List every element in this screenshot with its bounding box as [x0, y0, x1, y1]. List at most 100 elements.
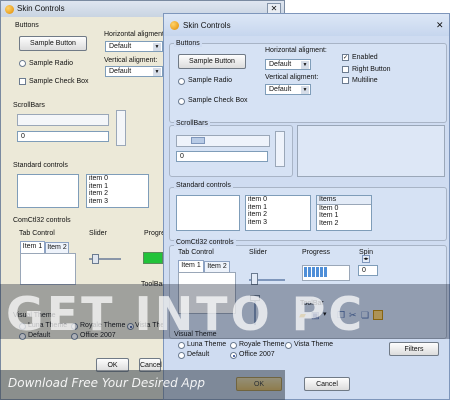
back-horizontal-scrollbar[interactable] — [17, 114, 109, 126]
spin-edit[interactable]: 0 — [358, 265, 378, 276]
back-scrollbars-group-label: ScrollBars — [13, 102, 45, 109]
chevron-down-icon: ▼ — [153, 68, 161, 76]
back-window-title: Skin Controls — [17, 4, 65, 13]
sample-radio-label: Sample Radio — [188, 77, 232, 84]
scroll-edit[interactable]: 0 — [176, 151, 268, 162]
back-tab-item1[interactable]: Item 1 — [20, 241, 45, 253]
back-vertical-scrollbar[interactable] — [116, 110, 126, 146]
vertical-scrollbar[interactable] — [275, 131, 285, 167]
filters-button[interactable]: Filters — [389, 342, 439, 356]
watermark-text: GET INTO PC — [6, 287, 366, 341]
back-standard-group-label: Standard controls — [13, 162, 68, 169]
vertical-alignment-combo[interactable]: Default ▼ — [265, 84, 311, 95]
back-listbox-items[interactable]: item 0 item 1 item 2 item 3 — [86, 174, 149, 208]
luna-radio[interactable] — [178, 342, 185, 349]
back-slider-label: Slider — [89, 230, 107, 237]
back-horizontal-alignment-combo[interactable]: Default ▼ — [105, 41, 163, 52]
horizontal-scrollbar-thumb[interactable] — [191, 137, 205, 144]
office-radio[interactable] — [230, 352, 237, 359]
front-standard-group-label: Standard controls — [174, 182, 233, 189]
sample-radio[interactable] — [178, 78, 185, 85]
list-item[interactable]: Item 1 — [317, 212, 371, 220]
spin-arrows-icon[interactable]: ◂▸ — [362, 255, 370, 263]
back-tab-control-label: Tab Control — [19, 230, 55, 237]
back-sample-button[interactable]: Sample Button — [19, 36, 87, 51]
cancel-button[interactable]: Cancel — [304, 377, 350, 391]
chevron-down-icon: ▼ — [301, 61, 309, 69]
back-sample-checkbox[interactable] — [19, 78, 26, 85]
back-vertical-alignment-combo[interactable]: Default ▼ — [105, 66, 163, 77]
back-vertical-alignment-value: Default — [109, 68, 132, 75]
sample-button[interactable]: Sample Button — [178, 54, 246, 69]
back-sample-radio[interactable] — [19, 60, 26, 67]
royale-radio[interactable] — [230, 342, 237, 349]
back-listbox-empty[interactable] — [17, 174, 79, 208]
watermark-subtitle: Download Free Your Desired App — [8, 376, 205, 390]
back-horizontal-alignment-value: Default — [109, 43, 132, 50]
back-comctl-group-label: ComCtl32 controls — [13, 217, 71, 224]
listview-header[interactable]: Items — [317, 196, 371, 205]
default-radio[interactable] — [178, 352, 185, 359]
chevron-down-icon: ▼ — [301, 86, 309, 94]
sample-check-box-radio[interactable] — [178, 98, 185, 105]
enabled-checkbox[interactable]: ✓ — [342, 54, 349, 61]
default-label: Default — [187, 351, 210, 358]
horizontal-alignment-combo[interactable]: Default ▼ — [265, 59, 311, 70]
front-window: Skin Controls ✕ Buttons Sample Button Sa… — [163, 13, 450, 400]
list-item[interactable]: item 0 — [246, 196, 310, 204]
horizontal-scrollbar[interactable] — [176, 135, 270, 147]
list-item[interactable]: item 2 — [246, 211, 310, 219]
vista-radio[interactable] — [285, 342, 292, 349]
progress-label: Progress — [302, 249, 331, 256]
vertical-alignment-label: Vertical aligment: — [265, 74, 319, 81]
list-item[interactable]: item 3 — [246, 219, 310, 227]
multiline-label: Multiline — [352, 77, 378, 84]
chevron-down-icon: ▼ — [153, 43, 161, 51]
list-item[interactable]: Item 2 — [317, 220, 371, 228]
tab-item2[interactable]: Item 2 — [204, 261, 230, 272]
right-button-checkbox[interactable] — [342, 66, 349, 73]
list-item[interactable]: item 1 — [246, 204, 310, 212]
list-item[interactable]: item 3 — [87, 198, 148, 206]
royale-label: Royale Theme — [239, 341, 285, 348]
tab-control-label: Tab Control — [178, 249, 214, 256]
back-vertical-alignment-label: Vertical aligment: — [104, 57, 158, 64]
front-scrollbars-group-label: ScrollBars — [174, 120, 210, 127]
list-item[interactable]: item 0 — [87, 175, 148, 183]
right-button-label: Right Button — [352, 66, 391, 73]
luna-label: Luna Theme — [187, 341, 227, 348]
list-item[interactable]: item 2 — [87, 190, 148, 198]
back-horizontal-alignment-label: Horizontal aligment: — [104, 31, 166, 38]
back-scroll-edit[interactable]: 0 — [17, 131, 109, 142]
scroll-area-panel — [297, 125, 445, 177]
front-window-title: Skin Controls — [183, 21, 231, 30]
back-progress-bar — [143, 252, 163, 264]
back-tab-item2[interactable]: Item 2 — [45, 242, 69, 253]
horizontal-alignment-value: Default — [269, 61, 292, 68]
listview[interactable]: Items Item 0 Item 1 Item 2 — [316, 195, 372, 231]
front-title-bar: Skin Controls ✕ — [164, 14, 449, 36]
tab-item1[interactable]: Item 1 — [178, 260, 204, 272]
listbox-items[interactable]: item 0 item 1 item 2 item 3 — [245, 195, 311, 231]
slider-label: Slider — [249, 249, 267, 256]
back-slider-thumb[interactable] — [92, 254, 99, 264]
front-buttons-group-label: Buttons — [174, 40, 202, 47]
close-icon[interactable]: ✕ — [436, 20, 444, 31]
back-sample-checkbox-label: Sample Check Box — [29, 78, 89, 85]
office-label: Office 2007 — [239, 351, 275, 358]
vista-label: Vista Theme — [294, 341, 334, 348]
list-item[interactable]: Item 0 — [317, 205, 371, 213]
multiline-checkbox[interactable] — [342, 77, 349, 84]
vertical-alignment-value: Default — [269, 86, 292, 93]
enabled-label: Enabled — [352, 54, 378, 61]
progress-bar — [302, 265, 350, 281]
listbox-empty[interactable] — [176, 195, 240, 231]
back-buttons-group-label: Buttons — [15, 22, 39, 29]
back-sample-radio-label: Sample Radio — [29, 60, 73, 67]
list-item[interactable]: item 1 — [87, 183, 148, 191]
app-icon — [5, 5, 14, 14]
front-comctl-group-label: ComCtl32 controls — [174, 239, 236, 246]
sample-check-box-label: Sample Check Box — [188, 97, 248, 104]
app-icon — [170, 21, 179, 30]
horizontal-alignment-label: Horizontal aligment: — [265, 47, 327, 54]
